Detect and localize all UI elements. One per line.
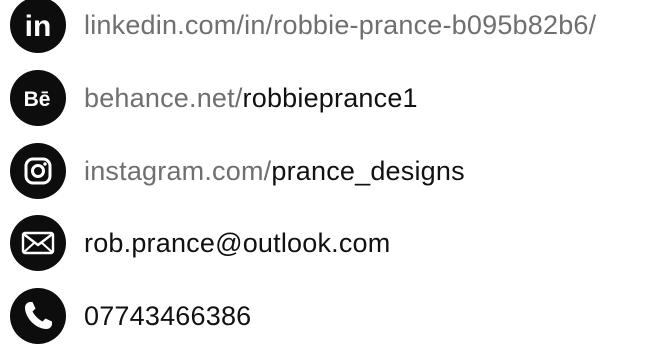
behance-icon: Bē xyxy=(10,70,66,126)
behance-domain[interactable]: behance.net/ xyxy=(84,83,243,113)
contact-row-email[interactable]: rob.prance@outlook.com xyxy=(10,215,390,271)
instagram-link[interactable]: instagram.com/prance_designs xyxy=(84,156,465,186)
instagram-icon xyxy=(10,143,66,199)
contact-list: in linkedin.com/in/robbie-prance-b095b82… xyxy=(0,0,672,344)
contact-row-instagram[interactable]: instagram.com/prance_designs xyxy=(10,143,465,199)
svg-text:Bē: Bē xyxy=(24,88,51,111)
contact-row-behance[interactable]: Bē behance.net/robbieprance1 xyxy=(10,70,418,126)
instagram-domain[interactable]: instagram.com/ xyxy=(84,156,271,186)
contact-row-phone[interactable]: 07743466386 xyxy=(10,288,251,344)
instagram-handle[interactable]: prance_designs xyxy=(271,156,464,186)
svg-text:in: in xyxy=(25,10,52,43)
behance-handle[interactable]: robbieprance1 xyxy=(243,83,418,113)
mail-icon xyxy=(10,215,66,271)
behance-link[interactable]: behance.net/robbieprance1 xyxy=(84,83,418,113)
linkedin-link[interactable]: linkedin.com/in/robbie-prance-b095b82b6/ xyxy=(84,10,596,40)
phone-number[interactable]: 07743466386 xyxy=(84,302,251,330)
phone-icon xyxy=(10,288,66,344)
linkedin-url[interactable]: linkedin.com/in/robbie-prance-b095b82b6/ xyxy=(84,10,596,40)
contact-row-linkedin[interactable]: in linkedin.com/in/robbie-prance-b095b82… xyxy=(10,0,596,53)
linkedin-icon: in xyxy=(10,0,66,53)
email-address[interactable]: rob.prance@outlook.com xyxy=(84,229,390,257)
